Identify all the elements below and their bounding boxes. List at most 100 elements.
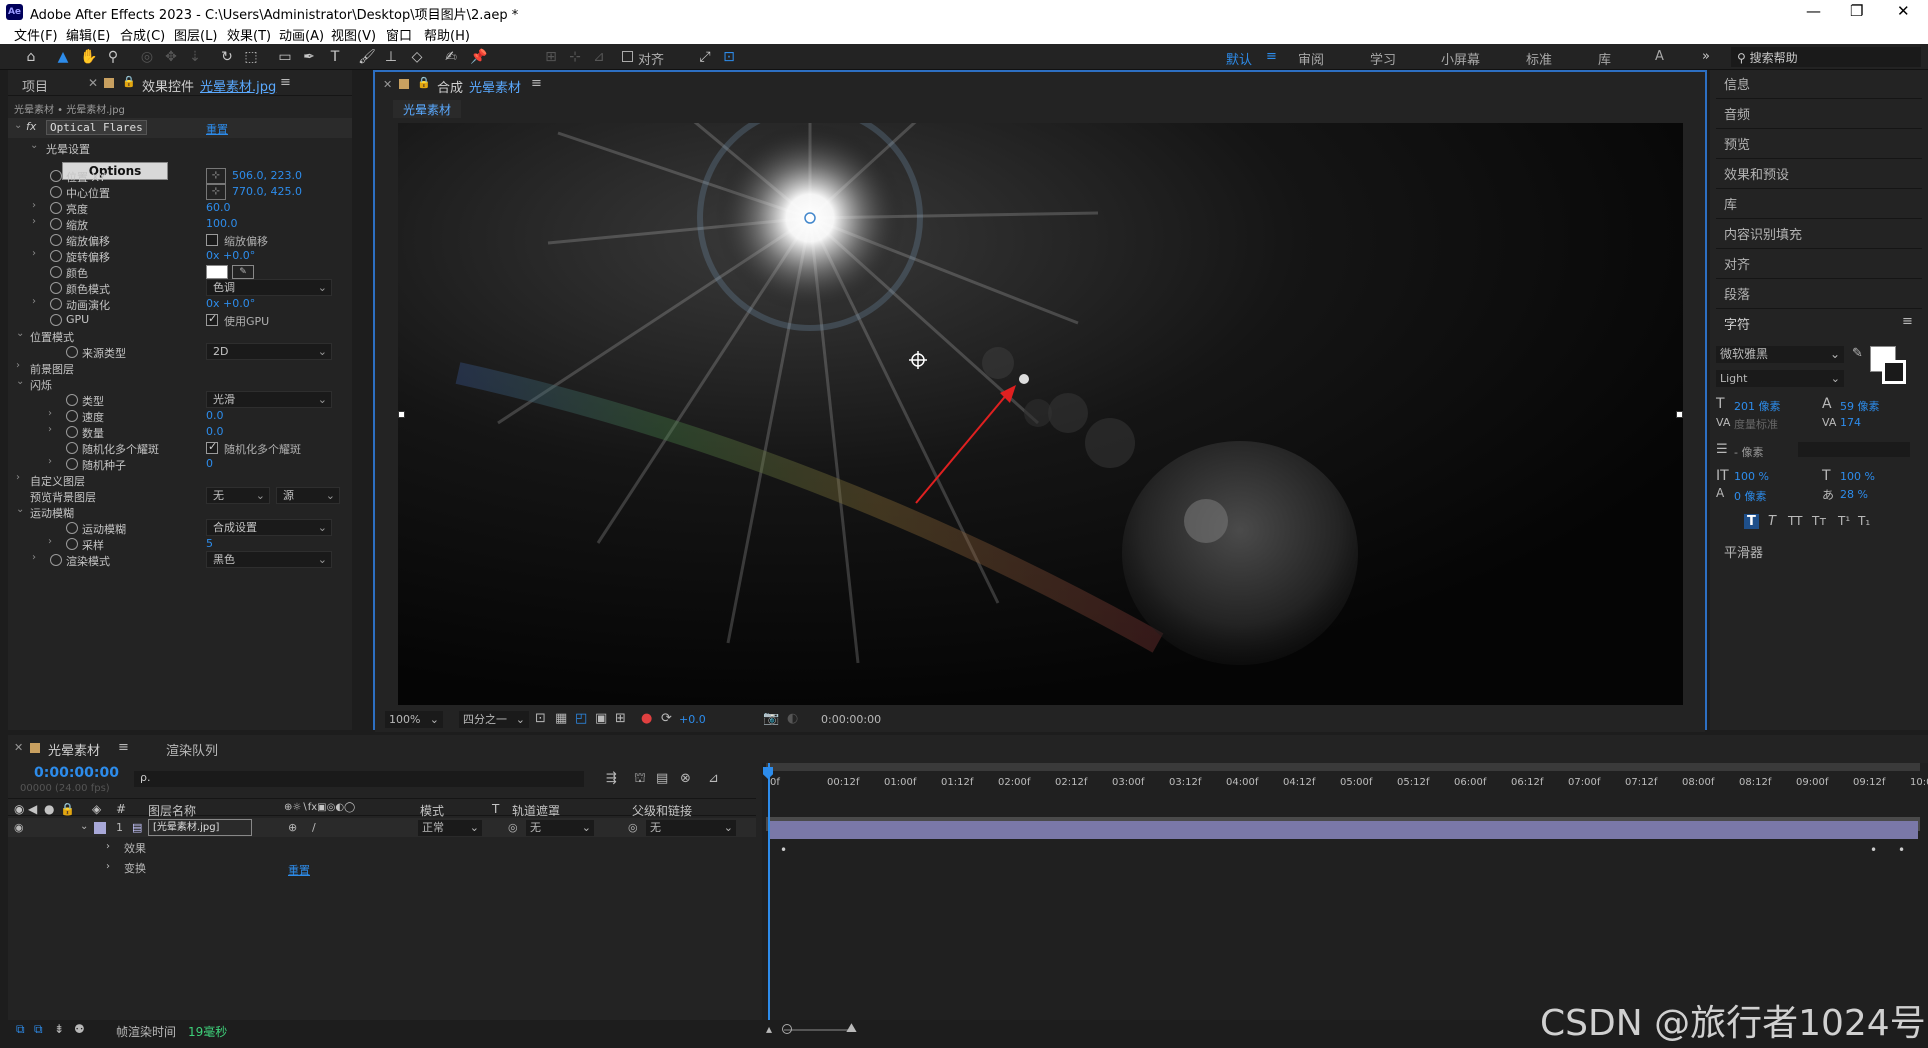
faux-italic-icon[interactable]: T bbox=[1768, 514, 1776, 529]
close-icon[interactable]: ✕ bbox=[1897, 2, 1910, 20]
subscript-icon[interactable]: T₁ bbox=[1858, 514, 1870, 528]
safe-zones-icon[interactable]: ⊞ bbox=[615, 711, 626, 726]
zoom-out-icon[interactable]: ▴ bbox=[766, 1022, 772, 1036]
workspace-default[interactable]: 默认 bbox=[1226, 49, 1252, 68]
stopwatch-icon[interactable] bbox=[66, 538, 78, 550]
col-layer-name[interactable]: 图层名称 bbox=[148, 802, 196, 819]
panel-menu-icon[interactable]: ≡ bbox=[531, 76, 542, 91]
menu-window[interactable]: 窗口 bbox=[386, 25, 412, 44]
expand-arrow-icon[interactable]: › bbox=[32, 200, 36, 211]
stopwatch-icon[interactable] bbox=[50, 234, 62, 246]
pan-camera-icon[interactable]: ✥ bbox=[160, 47, 182, 67]
collapse-arrow-icon[interactable]: ⌄ bbox=[16, 376, 24, 387]
right-panel-item[interactable]: 预览 bbox=[1724, 134, 1750, 153]
small-caps-icon[interactable]: Tт bbox=[1812, 514, 1826, 528]
reset-link[interactable]: 重置 bbox=[206, 121, 228, 137]
right-panel-item[interactable]: 内容识别填充 bbox=[1724, 224, 1802, 243]
property-value[interactable]: 5 bbox=[206, 537, 213, 550]
quality-switch-icon[interactable]: / bbox=[312, 821, 316, 834]
parent-pickwhip-icon[interactable]: ◎ bbox=[628, 821, 638, 834]
stopwatch-icon[interactable] bbox=[50, 298, 62, 310]
property-value[interactable]: 506.0, 223.0 bbox=[232, 169, 302, 182]
smooth-panel[interactable]: 平滑器 bbox=[1724, 542, 1763, 561]
snap-grid-icon[interactable]: ⊡ bbox=[718, 47, 740, 67]
col-track-matte[interactable]: 轨道遮罩 bbox=[512, 802, 560, 819]
lock-icon[interactable]: 🔒 bbox=[60, 802, 75, 816]
collapse-arrow-icon[interactable]: ⌄ bbox=[80, 821, 88, 832]
expand-arrow-icon[interactable]: › bbox=[32, 216, 36, 227]
graph-editor-icon[interactable]: ⊿ bbox=[708, 771, 719, 786]
in-out-toggle-icon[interactable]: ⇟ bbox=[54, 1022, 64, 1036]
superscript-icon[interactable]: T¹ bbox=[1838, 514, 1850, 528]
menu-animation[interactable]: 动画(A) bbox=[279, 25, 324, 44]
playhead[interactable] bbox=[768, 763, 770, 1025]
col-t[interactable]: T bbox=[492, 802, 499, 816]
collapse-arrow-icon[interactable]: ⌄ bbox=[14, 120, 22, 131]
stopwatch-icon[interactable] bbox=[50, 282, 62, 294]
resolution-select[interactable]: 四分之一 ⌄ bbox=[459, 711, 529, 728]
snapshot-icon[interactable]: 📷 bbox=[763, 711, 779, 726]
timeline-current-time[interactable]: 0:00:00:00 bbox=[34, 765, 119, 781]
comp-tab-prefix[interactable]: 合成 bbox=[437, 77, 463, 96]
close-tab-icon[interactable]: ✕ bbox=[14, 741, 23, 754]
font-size-value[interactable]: 201 像素 bbox=[1734, 398, 1781, 414]
stopwatch-icon[interactable] bbox=[66, 410, 78, 422]
menu-effect[interactable]: 效果(T) bbox=[227, 25, 271, 44]
work-area-bar[interactable] bbox=[766, 763, 1920, 771]
property-value[interactable]: 0x +0.0° bbox=[206, 297, 255, 310]
minimize-icon[interactable]: — bbox=[1806, 2, 1821, 20]
col-parent[interactable]: 父级和链接 bbox=[632, 802, 692, 819]
property-value[interactable]: 100.0 bbox=[206, 217, 238, 230]
stopwatch-icon[interactable] bbox=[50, 554, 62, 566]
stopwatch-icon[interactable] bbox=[66, 346, 78, 358]
solo-icon[interactable]: ● bbox=[44, 802, 54, 816]
render-time-toggle-icon[interactable]: ⚉ bbox=[74, 1022, 85, 1036]
home-icon[interactable]: ⌂ bbox=[20, 47, 42, 67]
timeline-zoom-slider[interactable] bbox=[784, 1029, 854, 1031]
faux-bold-icon[interactable]: T bbox=[1744, 514, 1759, 529]
expand-arrow-icon[interactable]: › bbox=[32, 552, 36, 563]
transfer-controls-toggle-icon[interactable]: ⧉ bbox=[34, 1022, 43, 1037]
workspace-learn[interactable]: 学习 bbox=[1370, 49, 1396, 68]
stopwatch-icon[interactable] bbox=[66, 522, 78, 534]
expand-arrow-icon[interactable]: › bbox=[16, 360, 20, 371]
property-checkbox[interactable] bbox=[206, 440, 218, 454]
view-axis-icon[interactable]: ⊿ bbox=[588, 47, 610, 67]
frame-blending-icon[interactable]: ⊗ bbox=[680, 771, 691, 786]
eye-icon[interactable]: ◉ bbox=[14, 821, 24, 834]
character-panel-title[interactable]: 字符 bbox=[1724, 314, 1750, 333]
menu-help[interactable]: 帮助(H) bbox=[424, 25, 470, 44]
tsume-value[interactable]: 28 % bbox=[1840, 488, 1868, 501]
col-mode[interactable]: 模式 bbox=[420, 802, 444, 819]
menu-file[interactable]: 文件(F) bbox=[14, 25, 58, 44]
collapse-switch-icon[interactable]: ⊕ bbox=[288, 821, 297, 834]
property-checkbox[interactable] bbox=[206, 312, 218, 326]
stroke-width-value[interactable]: - 像素 bbox=[1734, 444, 1763, 460]
property-value[interactable]: 0 bbox=[206, 457, 213, 470]
leading-value[interactable]: 59 像素 bbox=[1840, 398, 1880, 414]
effect-property-row[interactable]: › 渲染模式 黑色 ⌄ bbox=[8, 550, 352, 570]
zoom-tool-icon[interactable]: ⚲ bbox=[102, 47, 124, 67]
clone-stamp-icon[interactable]: ⊥ bbox=[380, 47, 402, 67]
right-panel-item[interactable]: 库 bbox=[1724, 194, 1737, 213]
property-value[interactable]: 770.0, 425.0 bbox=[232, 185, 302, 198]
keyframe-marker[interactable]: • bbox=[780, 843, 787, 857]
menu-edit[interactable]: 编辑(E) bbox=[66, 25, 110, 44]
stopwatch-icon[interactable] bbox=[50, 314, 62, 326]
comp-tab-name[interactable]: 光晕素材 bbox=[469, 77, 521, 96]
color-swatch[interactable] bbox=[206, 265, 228, 279]
anchor-tool-icon[interactable]: ⬚ bbox=[240, 47, 262, 67]
stopwatch-icon[interactable] bbox=[50, 218, 62, 230]
vertical-scale-value[interactable]: 100 % bbox=[1734, 470, 1769, 483]
draft-3d-icon[interactable]: ⛫ bbox=[634, 771, 646, 788]
right-panel-item[interactable]: 对齐 bbox=[1724, 254, 1750, 273]
keyframe-marker[interactable]: • bbox=[1870, 843, 1877, 857]
type-tool-icon[interactable]: T bbox=[324, 47, 346, 67]
hide-shy-layers-icon[interactable]: ▤ bbox=[656, 771, 668, 786]
more-workspaces-icon[interactable]: » bbox=[1702, 49, 1710, 64]
expand-arrow-icon[interactable]: › bbox=[106, 861, 110, 872]
mask-visibility-icon[interactable]: ◰ bbox=[575, 711, 587, 726]
stopwatch-icon[interactable] bbox=[66, 442, 78, 454]
property-checkbox[interactable] bbox=[206, 234, 218, 246]
horizontal-scale-value[interactable]: 100 % bbox=[1840, 470, 1875, 483]
